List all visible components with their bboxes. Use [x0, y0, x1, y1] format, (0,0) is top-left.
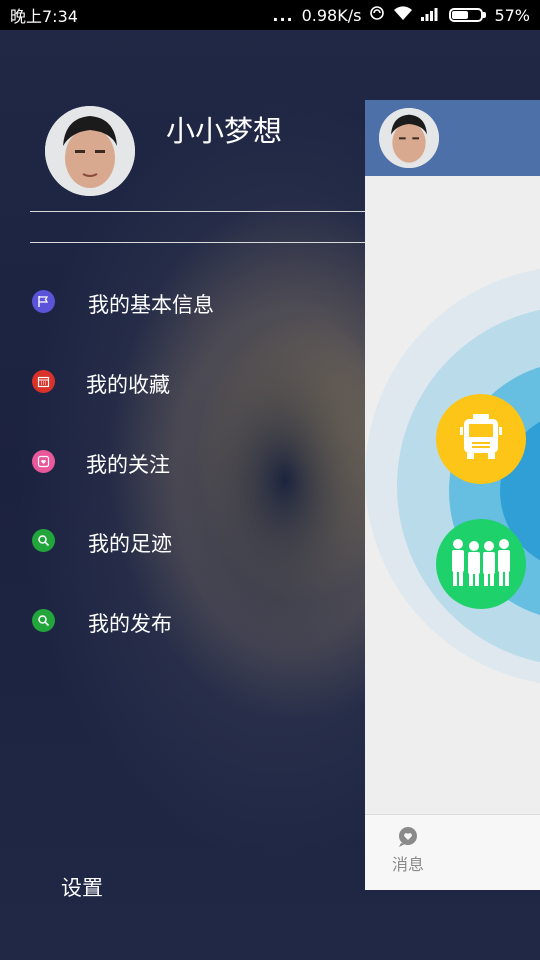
- menu-item-label: 我的收藏: [86, 373, 170, 397]
- menu-item-footprints[interactable]: 我的足迹: [0, 516, 365, 566]
- main-content-panel[interactable]: 消息: [365, 100, 540, 890]
- menu-item-label: 我的足迹: [88, 532, 172, 556]
- bus-button[interactable]: [436, 394, 526, 484]
- status-bar: 晚上7:34 ... 0.98K/s 57%: [0, 0, 540, 30]
- search-icon: [32, 529, 55, 552]
- more-dots: ...: [272, 5, 294, 25]
- group-icon: [448, 536, 514, 592]
- status-time: 晚上7:34: [10, 7, 78, 26]
- network-speed: 0.98K/s: [301, 5, 362, 25]
- search-icon: [32, 609, 55, 632]
- group-button[interactable]: [436, 519, 526, 609]
- flag-icon: [32, 290, 55, 313]
- menu-item-label: 我的关注: [86, 453, 170, 477]
- battery-percent: 57%: [494, 5, 530, 25]
- signal-icon: [421, 6, 441, 25]
- nav-messages[interactable]: 消息: [387, 827, 429, 875]
- settings-button[interactable]: 设置: [61, 872, 103, 902]
- sync-icon: [369, 5, 385, 25]
- username: 小小梦想: [166, 114, 283, 148]
- menu-item-favorites[interactable]: 我的收藏: [0, 357, 365, 407]
- menu-item-following[interactable]: 我的关注: [0, 437, 365, 487]
- wifi-icon: [393, 5, 413, 25]
- divider-bottom: [30, 242, 366, 243]
- menu-item-posts[interactable]: 我的发布: [0, 596, 365, 646]
- calendar-icon: [32, 370, 55, 393]
- battery-icon: [449, 8, 487, 22]
- menu-item-label: 我的基本信息: [88, 293, 214, 317]
- heart-square-icon: [32, 450, 55, 473]
- menu-item-basic-info[interactable]: 我的基本信息: [0, 277, 365, 327]
- menu-item-label: 我的发布: [88, 612, 172, 636]
- nav-messages-label: 消息: [391, 855, 424, 874]
- divider-top: [30, 211, 366, 212]
- chat-heart-icon: [387, 827, 429, 849]
- radar-rings: [365, 176, 540, 814]
- bottom-nav: 消息: [365, 814, 540, 890]
- header-avatar[interactable]: [379, 108, 439, 168]
- bus-icon: [459, 413, 503, 465]
- avatar[interactable]: [45, 106, 135, 196]
